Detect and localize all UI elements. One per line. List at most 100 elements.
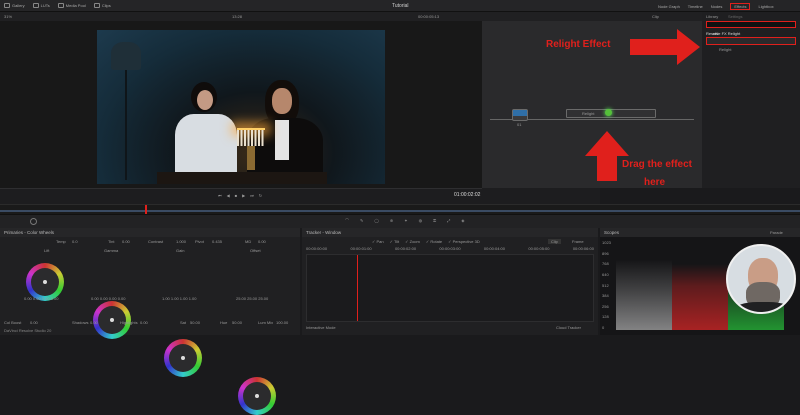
- node-graph-button[interactable]: Node Graph: [658, 4, 680, 9]
- contrast-label: Contrast: [148, 239, 164, 244]
- play-reverse-icon[interactable]: ◀: [227, 193, 230, 198]
- table: [157, 172, 327, 184]
- node-toolbar: Clip: [482, 12, 702, 21]
- tracker-title: Tracker - Window: [302, 228, 598, 237]
- clip-name: 13:28: [232, 14, 243, 19]
- lamp-stand: [125, 70, 127, 180]
- qualifier-icon[interactable]: ✎: [360, 218, 363, 224]
- gamma-values: 0.00 0.00 0.00 0.00: [91, 296, 126, 301]
- col-boost-label: Col Boost: [4, 320, 22, 325]
- check-zoom[interactable]: ✓ Zoom: [405, 239, 420, 244]
- lamp-shade: [111, 42, 141, 70]
- skip-forward-icon[interactable]: ⏭: [250, 193, 254, 198]
- gain-label: Gain: [176, 248, 185, 253]
- clip-menu[interactable]: Clip: [652, 14, 659, 19]
- sizing-icon[interactable]: ⤢: [447, 218, 450, 224]
- temp-label: Temp: [56, 239, 66, 244]
- effects-search-input[interactable]: reli: [706, 21, 796, 36]
- color-wheels-icon[interactable]: [30, 218, 37, 225]
- tracker-mode-frame[interactable]: Frame: [572, 239, 584, 244]
- key-icon[interactable]: ⚿: [433, 218, 436, 224]
- gallery-icon: [4, 3, 10, 8]
- menorah-base: [247, 146, 255, 170]
- scope-level: 896: [602, 250, 609, 256]
- lum-mix-label: Lum Mix: [258, 320, 274, 325]
- highlights-value[interactable]: 0.00: [140, 320, 148, 325]
- scope-level: 0: [602, 325, 605, 330]
- shadows-value[interactable]: 0.00: [90, 320, 98, 325]
- scopes-panel: Scopes Parade 1023 896 768 640 512 384 2…: [600, 228, 800, 335]
- 3d-icon[interactable]: ◈: [461, 218, 464, 224]
- gamma-label: Gamma: [104, 248, 119, 253]
- temp-value[interactable]: 0.0: [72, 239, 78, 244]
- tab-gallery[interactable]: Gallery: [4, 3, 25, 8]
- tint-value[interactable]: 0.00: [122, 239, 130, 244]
- tracker-mode-clip[interactable]: Clip: [548, 239, 561, 244]
- play-icon[interactable]: ▶: [242, 193, 245, 198]
- tab-timeline[interactable]: Timeline: [688, 4, 703, 9]
- up-arrow: [585, 131, 629, 181]
- tab-effects[interactable]: Effects: [730, 3, 751, 10]
- scope-level: 256: [602, 303, 609, 309]
- tab-media-pool[interactable]: Media Pool: [57, 3, 86, 8]
- highlights-label: Highlights: [120, 320, 138, 325]
- check-pan[interactable]: ✓ Pan: [372, 239, 384, 244]
- tab-luts[interactable]: LUTs: [32, 3, 50, 8]
- scope-level: 384: [602, 293, 609, 299]
- presenter-webcam: [726, 244, 796, 314]
- magic-mask-icon[interactable]: ✦: [404, 218, 407, 224]
- tracker-icon[interactable]: ⊕: [390, 218, 393, 224]
- tracker-playhead[interactable]: [357, 255, 358, 321]
- offset-values: 25.00 25.00 25.00: [236, 296, 269, 301]
- tracker-panel: Tracker - Window ✓ Pan ✓ Tilt ✓ Zoom ✓ R…: [302, 228, 598, 335]
- skip-back-icon[interactable]: ⏮: [218, 193, 222, 198]
- woman-face: [197, 90, 213, 110]
- zoom-level[interactable]: 31%: [4, 14, 12, 19]
- tab-clips[interactable]: Clips: [93, 3, 111, 8]
- annotation-relight: Relight Effect: [546, 39, 611, 50]
- blur-icon[interactable]: ◍: [419, 218, 423, 224]
- md-value[interactable]: 0.00: [258, 239, 266, 244]
- stop-icon[interactable]: ■: [235, 193, 237, 198]
- scope-level: 1023: [602, 240, 611, 245]
- relight-effect-item[interactable]: Relight: [706, 37, 796, 52]
- loop-icon[interactable]: ↻: [259, 193, 262, 198]
- tracker-timecode: 00:00:00:00: [306, 246, 328, 251]
- shadows-label: Shadows: [72, 320, 89, 325]
- transport-bar: ⏮ ◀ ■ ▶ ⏭ ↻ 01:00:02:02: [0, 188, 600, 204]
- curves-icon[interactable]: ⌒: [345, 218, 349, 224]
- window-icon[interactable]: ◯: [374, 218, 378, 224]
- tab-nodes[interactable]: Nodes: [711, 4, 723, 9]
- lum-mix-value[interactable]: 100.00: [276, 320, 288, 325]
- lift-values: 0.00 0.00 0.00 0.00: [24, 296, 59, 301]
- interactive-mode[interactable]: Interactive Mode: [306, 325, 336, 330]
- check-perspective[interactable]: ✓ Perspective 3D: [448, 239, 480, 244]
- hue-label: Hue: [220, 320, 228, 325]
- hue-value[interactable]: 50.00: [232, 320, 242, 325]
- contrast-value[interactable]: 1.000: [176, 239, 186, 244]
- scopes-mode[interactable]: Parade: [770, 230, 783, 235]
- library-tab[interactable]: Library: [706, 14, 718, 19]
- video-frame: [97, 30, 385, 184]
- check-tilt[interactable]: ✓ Tilt: [390, 239, 400, 244]
- cloud-tracker[interactable]: Cloud Tracker: [556, 325, 581, 330]
- gain-wheel[interactable]: [164, 339, 202, 377]
- check-rotate[interactable]: ✓ Rotate: [426, 239, 442, 244]
- lift-label: Lift: [44, 248, 50, 253]
- tab-lightbox[interactable]: Lightbox: [758, 4, 773, 9]
- mini-timeline[interactable]: [0, 204, 800, 215]
- media-pool-icon: [57, 3, 64, 8]
- col-boost-value[interactable]: 0.00: [30, 320, 38, 325]
- clips-icon: [93, 3, 100, 8]
- color-wheels-panel: Primaries - Color Wheels Temp 0.0 Tint 0…: [0, 228, 300, 415]
- pivot-value[interactable]: 0.435: [212, 239, 222, 244]
- settings-tab[interactable]: Settings: [728, 14, 742, 19]
- offset-wheel[interactable]: [238, 377, 276, 415]
- node-editor[interactable]: 01 Relight Relight Effect Drag the effec…: [482, 21, 702, 188]
- sat-value[interactable]: 50.00: [190, 320, 200, 325]
- scope-level: 512: [602, 282, 609, 288]
- tint-label: Tint: [108, 239, 115, 244]
- pivot-label: Pivot: [195, 239, 204, 244]
- tracker-graph[interactable]: [306, 254, 594, 322]
- man-shirt: [275, 120, 289, 160]
